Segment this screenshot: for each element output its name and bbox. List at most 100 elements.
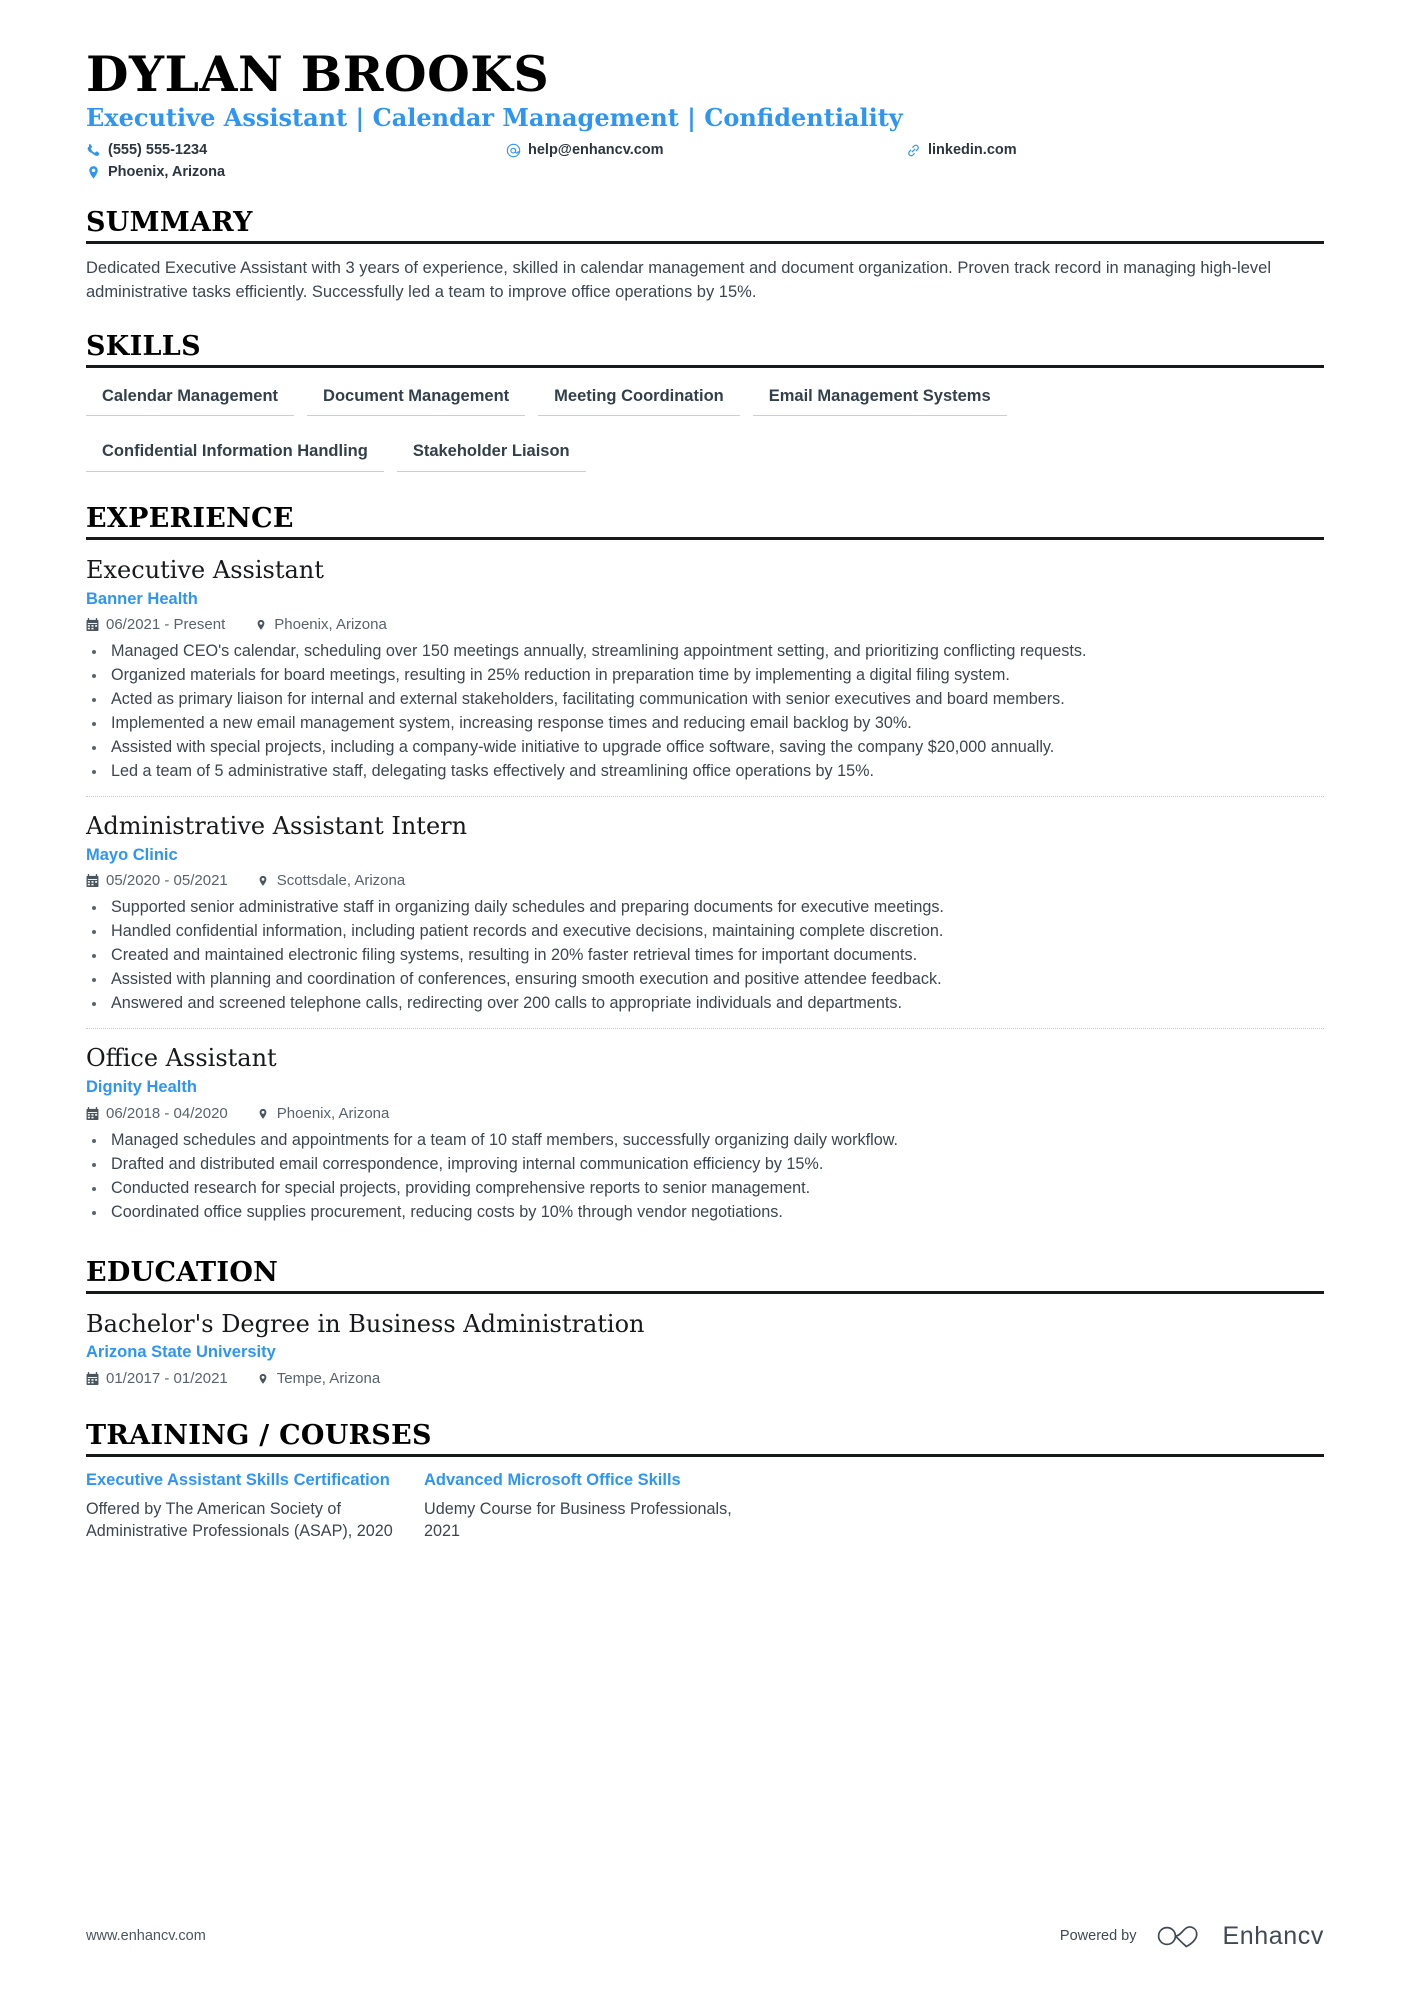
job-dates-text: 05/2020 - 05/2021	[106, 872, 228, 890]
section-heading-summary: SUMMARY	[86, 207, 1324, 244]
bullet-item: Led a team of 5 administrative staff, de…	[86, 760, 1306, 783]
bullet-item: Answered and screened telephone calls, r…	[86, 992, 1306, 1015]
page-footer: www.enhancv.com Powered by Enhancv	[86, 1921, 1324, 1951]
job-dates-text: 06/2021 - Present	[106, 616, 226, 634]
degree-title: Bachelor's Degree in Business Administra…	[86, 1309, 645, 1338]
company-name[interactable]: Mayo Clinic	[86, 846, 1324, 866]
job-title: Office Assistant	[86, 1044, 277, 1073]
powered-by-label: Powered by	[1059, 1927, 1137, 1944]
bullet-item: Implemented a new email management syste…	[86, 712, 1306, 735]
bullet-item: Conducted research for special projects,…	[86, 1177, 1306, 1200]
bullet-item: Managed schedules and appointments for a…	[86, 1129, 1306, 1152]
skill-tag: Confidential Information Handling	[86, 439, 384, 473]
bullet-item: Assisted with special projects, includin…	[86, 736, 1306, 759]
bullet-item: Managed CEO's calendar, scheduling over …	[86, 640, 1306, 663]
contact-details: (555) 555-1234 help@enhancv.com linkedin…	[86, 141, 1324, 181]
job-location: Phoenix, Arizona	[254, 616, 387, 634]
link-icon	[906, 143, 921, 158]
experience-entry: Executive Assistant Banner Health 06/202…	[86, 552, 1324, 783]
section-education: EDUCATION Bachelor's Degree in Business …	[86, 1257, 1324, 1388]
job-dates: 05/2020 - 05/2021	[86, 872, 228, 890]
section-summary: SUMMARY Dedicated Executive Assistant wi…	[86, 207, 1324, 305]
job-location-text: Phoenix, Arizona	[274, 616, 387, 634]
course-description: Udemy Course for Business Professionals,…	[424, 1500, 732, 1541]
job-location: Phoenix, Arizona	[257, 1104, 390, 1123]
course-entry: Executive Assistant Skills Certification…	[86, 1470, 424, 1543]
course-title[interactable]: Advanced Microsoft Office Skills	[424, 1470, 734, 1491]
calendar-icon	[86, 1106, 99, 1121]
job-bullets: Managed CEO's calendar, scheduling over …	[86, 640, 1324, 783]
footer-url[interactable]: www.enhancv.com	[86, 1929, 206, 1944]
contact-email-text: help@enhancv.com	[528, 141, 664, 158]
section-heading-training: TRAINING / COURSES	[86, 1420, 1324, 1457]
job-location-text: Scottsdale, Arizona	[276, 872, 406, 890]
contact-linkedin[interactable]: linkedin.com	[906, 141, 1017, 159]
job-bullets: Supported senior administrative staff in…	[86, 896, 1324, 1015]
job-dates: 06/2021 - Present	[86, 616, 225, 634]
experience-entry: Administrative Assistant Intern Mayo Cli…	[86, 796, 1324, 1015]
enhancv-logo: Enhancv	[1154, 1921, 1325, 1951]
education-dates-text: 01/2017 - 01/2021	[106, 1369, 228, 1387]
job-bullets: Managed schedules and appointments for a…	[86, 1129, 1324, 1224]
school-name[interactable]: Arizona State University	[86, 1343, 1324, 1363]
brand-name: Enhancv	[1222, 1921, 1324, 1950]
resume-header: DYLAN BROOKS Executive Assistant | Calen…	[86, 48, 1324, 181]
education-location: Tempe, Arizona	[257, 1370, 380, 1388]
job-meta: 06/2018 - 04/2020 Phoenix, Arizona	[86, 1105, 1324, 1123]
contact-row-secondary: Phoenix, Arizona	[86, 163, 1324, 181]
calendar-icon	[86, 618, 99, 632]
skill-tag: Email Management Systems	[752, 384, 1007, 417]
location-icon	[257, 874, 270, 888]
job-title: Executive Assistant	[86, 556, 324, 585]
bullet-item: Acted as primary liaison for internal an…	[86, 688, 1306, 711]
skills-list: Calendar Management Document Management …	[86, 384, 1324, 496]
company-name[interactable]: Dignity Health	[86, 1078, 1324, 1098]
bullet-item: Created and maintained electronic filing…	[86, 944, 1306, 967]
course-description: Offered by The American Society of Admin…	[86, 1500, 393, 1541]
summary-text: Dedicated Executive Assistant with 3 yea…	[86, 258, 1271, 302]
phone-icon	[86, 143, 101, 158]
location-icon	[257, 1107, 270, 1121]
section-experience: EXPERIENCE Executive Assistant Banner He…	[86, 503, 1324, 1223]
education-location-text: Tempe, Arizona	[276, 1369, 381, 1387]
job-dates-text: 06/2018 - 04/2020	[106, 1104, 228, 1122]
job-dates: 06/2018 - 04/2020	[86, 1105, 228, 1123]
skill-tag: Meeting Coordination	[538, 384, 740, 417]
experience-entry: Office Assistant Dignity Health 06/2018 …	[86, 1028, 1324, 1223]
location-icon	[86, 165, 101, 180]
job-meta: 06/2021 - Present Phoenix, Arizona	[86, 616, 1324, 634]
bullet-item: Handled confidential information, includ…	[86, 920, 1306, 943]
skill-tag: Stakeholder Liaison	[396, 439, 586, 473]
section-heading-experience: EXPERIENCE	[86, 503, 1324, 541]
candidate-headline: Executive Assistant | Calendar Managemen…	[86, 102, 903, 132]
bullet-item: Coordinated office supplies procurement,…	[86, 1201, 1306, 1224]
candidate-name: DYLAN BROOKS	[86, 45, 550, 103]
job-meta: 05/2020 - 05/2021 Scottsdale, Arizona	[86, 872, 1324, 890]
footer-brand: Powered by Enhancv	[1060, 1921, 1324, 1951]
education-meta: 01/2017 - 01/2021 Tempe, Arizona	[86, 1370, 1324, 1388]
contact-location-text: Phoenix, Arizona	[108, 163, 226, 180]
section-heading-skills: SKILLS	[86, 331, 1324, 368]
job-location-text: Phoenix, Arizona	[276, 1104, 390, 1122]
education-dates: 01/2017 - 01/2021	[86, 1370, 228, 1388]
section-skills: SKILLS Calendar Management Document Mana…	[86, 331, 1324, 496]
contact-linkedin-text: linkedin.com	[928, 141, 1017, 158]
section-heading-education: EDUCATION	[86, 1257, 1324, 1294]
skill-tag: Document Management	[307, 384, 526, 417]
course-title[interactable]: Executive Assistant Skills Certification	[86, 1470, 396, 1491]
courses-list: Executive Assistant Skills Certification…	[86, 1470, 1324, 1543]
bullet-item: Assisted with planning and coordination …	[86, 968, 1306, 991]
job-location: Scottsdale, Arizona	[257, 872, 405, 890]
section-training: TRAINING / COURSES Executive Assistant S…	[86, 1420, 1324, 1543]
contact-phone[interactable]: (555) 555-1234	[86, 141, 506, 159]
bullet-item: Supported senior administrative staff in…	[86, 896, 1306, 919]
contact-row-primary: (555) 555-1234 help@enhancv.com linkedin…	[86, 141, 1324, 159]
enhancv-mark-icon	[1157, 1926, 1198, 1948]
bullet-item: Drafted and distributed email correspond…	[86, 1153, 1306, 1176]
contact-location: Phoenix, Arizona	[86, 163, 506, 181]
company-name[interactable]: Banner Health	[86, 590, 1324, 610]
location-icon	[254, 618, 267, 632]
contact-email[interactable]: help@enhancv.com	[506, 141, 906, 159]
contact-phone-text: (555) 555-1234	[108, 141, 208, 158]
course-entry: Advanced Microsoft Office Skills Udemy C…	[424, 1470, 762, 1543]
